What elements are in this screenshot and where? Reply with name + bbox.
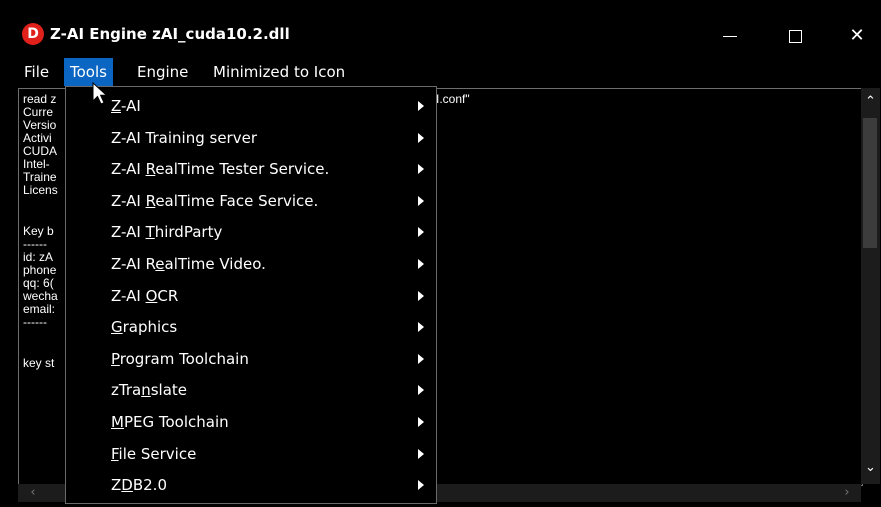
menu-minimized-to-icon[interactable]: Minimized to Icon [207, 58, 351, 86]
tools-menu-item-label: ZDB2.0 [111, 476, 167, 495]
tools-menu-item[interactable]: Z-AI RealTime Video. [66, 249, 436, 281]
submenu-arrow-icon [418, 227, 424, 238]
log-lines: read z Curre Versio Activi CUDA Intel- Traine L… [23, 93, 58, 370]
mouse-pointer-icon [92, 82, 108, 105]
close-button[interactable]: ✕ [835, 13, 879, 58]
tools-menu-item[interactable]: Program Toolchain [66, 344, 436, 376]
scroll-left-icon[interactable]: ‹ [24, 484, 42, 502]
submenu-arrow-icon [418, 480, 424, 491]
minimize-icon [723, 35, 737, 37]
scroll-up-icon[interactable]: ⌃ [861, 92, 880, 112]
menu-bar: File Tools Engine Minimized to Icon [0, 58, 881, 86]
window-title: Z-AI Engine zAI_cuda10.2.dll [50, 25, 290, 43]
submenu-arrow-icon [418, 353, 424, 364]
tools-menu-item[interactable]: ZDB2.0 [66, 470, 436, 502]
app-window: D Z-AI Engine zAI_cuda10.2.dll ✕ File To… [0, 0, 881, 507]
scroll-right-icon[interactable]: › [838, 484, 856, 502]
submenu-arrow-icon [418, 132, 424, 143]
tools-menu-item-label: Z-AI RealTime Video. [111, 255, 266, 273]
log-conf-fragment: I.conf" [436, 92, 470, 106]
submenu-arrow-icon [418, 417, 424, 427]
tools-menu-item-label: Z-AI ThirdParty [111, 223, 223, 242]
submenu-arrow-icon [418, 259, 424, 269]
tools-menu-item-label: File Service [111, 444, 197, 463]
minimize-button[interactable] [708, 13, 752, 58]
tools-menu-item[interactable]: Z-AI [66, 91, 436, 123]
submenu-arrow-icon [418, 195, 424, 206]
tools-menu-item-label: Z-AI OCR [111, 286, 179, 305]
maximize-icon [788, 29, 802, 43]
submenu-arrow-icon [418, 448, 424, 459]
menu-file[interactable]: File [18, 58, 55, 86]
tools-menu-item-label: Program Toolchain [111, 349, 249, 368]
tools-menu-item[interactable]: File Service [66, 439, 436, 471]
submenu-arrow-icon [418, 290, 424, 301]
submenu-arrow-icon [418, 385, 424, 396]
menu-engine[interactable]: Engine [131, 58, 194, 86]
tools-menu-item-label: Z-AI [111, 97, 141, 115]
tools-menu-item-label: Z-AI Training server [111, 128, 257, 147]
tools-menu-item[interactable]: Z-AI RealTime Face Service. [66, 186, 436, 218]
tools-menu-item[interactable]: zTranslate [66, 375, 436, 407]
tools-menu-item-label: zTranslate [111, 381, 188, 400]
submenu-arrow-icon [418, 164, 424, 175]
submenu-arrow-icon [418, 101, 424, 111]
log-line: key st [23, 356, 55, 370]
tools-menu-item-label: Graphics [111, 318, 178, 337]
vertical-scroll-thumb[interactable] [863, 118, 877, 248]
scroll-down-icon[interactable]: ⌄ [861, 458, 880, 478]
tools-menu-item[interactable]: Z-AI Training server [66, 123, 436, 155]
tools-menu-item-label: Z-AI RealTime Tester Service. [111, 160, 330, 179]
tools-menu-item[interactable]: MPEG Toolchain [66, 407, 436, 439]
tools-menu-item[interactable]: Z-AI RealTime Tester Service. [66, 154, 436, 186]
log-line: Licens [23, 183, 58, 197]
maximize-button[interactable] [773, 13, 817, 58]
app-logo-icon: D [22, 23, 44, 45]
title-bar[interactable]: D Z-AI Engine zAI_cuda10.2.dll ✕ [0, 13, 881, 58]
tools-menu-item-label: Z-AI RealTime Face Service. [111, 191, 319, 210]
submenu-arrow-icon [418, 322, 424, 333]
tools-dropdown-menu: Z-AI Z-AI Training server Z-AI RealTime Te… [65, 86, 437, 504]
log-line: ------ [23, 315, 47, 329]
tools-menu-item-label: MPEG Toolchain [111, 413, 229, 431]
tools-menu-item[interactable]: Z-AI OCR [66, 281, 436, 313]
close-icon: ✕ [849, 25, 865, 46]
tools-menu-item[interactable]: Z-AI ThirdParty [66, 217, 436, 249]
tools-menu-item[interactable]: Graphics [66, 312, 436, 344]
vertical-scrollbar[interactable]: ⌃ ⌄ [861, 88, 880, 484]
